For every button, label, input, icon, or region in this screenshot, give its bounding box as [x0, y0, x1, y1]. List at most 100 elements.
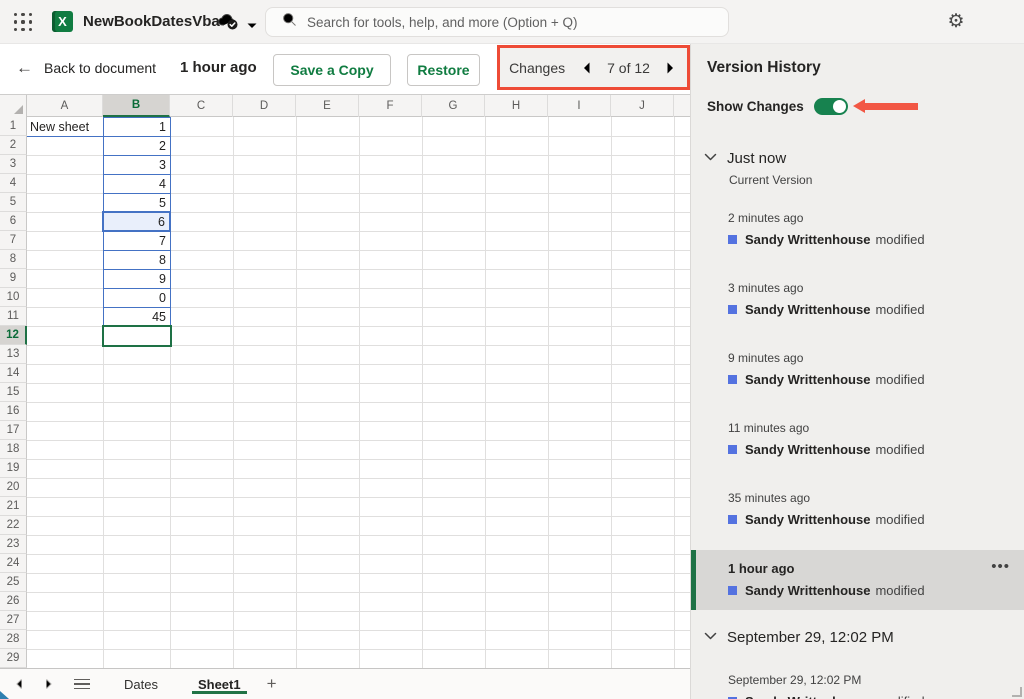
- app-launcher-icon[interactable]: [14, 13, 33, 32]
- column-header-j[interactable]: J: [611, 95, 674, 117]
- row-header-16[interactable]: 16: [0, 402, 27, 421]
- version-entry[interactable]: 3 minutes ago Sandy Writtenhouse modified: [691, 270, 1024, 329]
- row-header-10[interactable]: 10: [0, 288, 27, 307]
- column-header-h[interactable]: H: [485, 95, 548, 117]
- row-header-11[interactable]: 11: [0, 307, 27, 326]
- changed-cell-b2[interactable]: 2: [103, 136, 171, 156]
- column-header-a[interactable]: A: [27, 95, 103, 117]
- title-dropdown-chevron-icon[interactable]: [246, 17, 258, 35]
- column-header-g[interactable]: G: [422, 95, 485, 117]
- panel-resize-gripper[interactable]: [1012, 687, 1022, 697]
- version-entry[interactable]: 35 minutes ago Sandy Writtenhouse modified: [691, 480, 1024, 539]
- column-header-f[interactable]: F: [359, 95, 422, 117]
- column-header-e[interactable]: E: [296, 95, 359, 117]
- cell-a1[interactable]: New sheet: [27, 117, 103, 136]
- next-change-chevron-icon[interactable]: [664, 61, 678, 75]
- bottom-left-artifact: [0, 691, 9, 699]
- row-header-15[interactable]: 15: [0, 383, 27, 402]
- row-header-6[interactable]: 6: [0, 212, 27, 231]
- select-all-button[interactable]: [0, 95, 27, 117]
- version-entry-time: 9 minutes ago: [728, 351, 804, 365]
- row-header-9[interactable]: 9: [0, 269, 27, 288]
- sheet-tab-dates[interactable]: Dates: [118, 669, 164, 699]
- action-label: modified: [875, 512, 925, 527]
- grid-line: [27, 383, 690, 384]
- sheet-scroll-left-icon[interactable]: [12, 677, 26, 691]
- row-header-20[interactable]: 20: [0, 478, 27, 497]
- column-headers: ABCDEFGHIJ: [0, 95, 690, 117]
- column-header-d[interactable]: D: [233, 95, 296, 117]
- version-entry-author-line: Sandy Writtenhouse modified: [728, 372, 1008, 387]
- previous-change-chevron-icon[interactable]: [579, 61, 593, 75]
- row-header-12[interactable]: 12: [0, 326, 27, 345]
- changed-cell-b5[interactable]: 5: [103, 193, 171, 213]
- row-header-29[interactable]: 29: [0, 649, 27, 668]
- add-sheet-button[interactable]: +: [267, 674, 277, 694]
- saved-to-cloud-icon[interactable]: [218, 12, 240, 37]
- row-header-22[interactable]: 22: [0, 516, 27, 535]
- current-version-label[interactable]: Current Version: [729, 173, 1024, 187]
- changed-cell-b8[interactable]: 8: [103, 250, 171, 270]
- row-header-4[interactable]: 4: [0, 174, 27, 193]
- version-entry[interactable]: 9 minutes ago Sandy Writtenhouse modified: [691, 340, 1024, 399]
- settings-gear-icon[interactable]: ⚙: [944, 9, 968, 33]
- row-header-24[interactable]: 24: [0, 554, 27, 573]
- row-header-23[interactable]: 23: [0, 535, 27, 554]
- row-header-7[interactable]: 7: [0, 231, 27, 250]
- show-changes-toggle[interactable]: [813, 97, 848, 115]
- version-entry[interactable]: September 29, 12:02 PM Sandy Writtenhouse…: [691, 662, 1024, 699]
- row-header-27[interactable]: 27: [0, 611, 27, 630]
- version-group-header[interactable]: Just now: [704, 149, 1024, 167]
- viewed-version-timestamp: 1 hour ago: [180, 59, 257, 76]
- version-entry-author-line: Sandy Writtenhouse modified: [728, 442, 1008, 457]
- author-name: Sandy Writtenhouse: [745, 583, 871, 598]
- row-header-21[interactable]: 21: [0, 497, 27, 516]
- row-header-19[interactable]: 19: [0, 459, 27, 478]
- column-header-i[interactable]: I: [548, 95, 611, 117]
- restore-button[interactable]: Restore: [407, 54, 480, 86]
- selected-cell-b12[interactable]: [102, 325, 172, 347]
- row-header-1[interactable]: 1: [0, 117, 27, 136]
- version-group-header[interactable]: September 29, 12:02 PM: [704, 628, 1024, 646]
- entry-more-options-icon[interactable]: •••: [991, 558, 1010, 575]
- back-to-document-button[interactable]: ← Back to document: [16, 58, 156, 78]
- row-header-2[interactable]: 2: [0, 136, 27, 155]
- changed-cell-b10[interactable]: 0: [103, 288, 171, 308]
- row-header-28[interactable]: 28: [0, 630, 27, 649]
- changed-cell-b1[interactable]: 1: [103, 117, 171, 137]
- changed-cell-b9[interactable]: 9: [103, 269, 171, 289]
- version-entry-selected[interactable]: 1 hour ago ••• Sandy Writtenhouse modified: [691, 550, 1024, 610]
- grid-line: [27, 554, 690, 555]
- row-header-17[interactable]: 17: [0, 421, 27, 440]
- row-header-18[interactable]: 18: [0, 440, 27, 459]
- column-header-c[interactable]: C: [170, 95, 233, 117]
- row-header-8[interactable]: 8: [0, 250, 27, 269]
- changed-cell-b6-highlighted[interactable]: 6: [102, 211, 171, 232]
- row-header-25[interactable]: 25: [0, 573, 27, 592]
- sheet-scroll-right-icon[interactable]: [42, 677, 56, 691]
- author-color-square-icon: [728, 235, 737, 244]
- save-a-copy-button[interactable]: Save a Copy: [273, 54, 391, 86]
- spreadsheet-grid[interactable]: ABCDEFGHIJ 1 2 3 4 5 6 7 8 9 10 11 12 13 14 15 16 17 18 19…: [0, 95, 691, 669]
- version-entry[interactable]: 11 minutes ago Sandy Writtenhouse modified: [691, 410, 1024, 469]
- version-entry-author-line: Sandy Writtenhouse modified: [728, 302, 1008, 317]
- row-header-14[interactable]: 14: [0, 364, 27, 383]
- grid-line: [27, 516, 690, 517]
- all-sheets-menu-icon[interactable]: [74, 678, 90, 690]
- author-name: Sandy Writtenhouse: [745, 302, 871, 317]
- row-header-26[interactable]: 26: [0, 592, 27, 611]
- sheet-tab-sheet1[interactable]: Sheet1: [191, 669, 247, 699]
- grid-line: [548, 117, 549, 668]
- column-header-b[interactable]: B: [103, 95, 170, 117]
- search-input[interactable]: Search for tools, help, and more (Option…: [265, 7, 729, 37]
- grid-line: [674, 117, 675, 668]
- changed-cell-b7[interactable]: 7: [103, 231, 171, 251]
- changed-cell-b4[interactable]: 4: [103, 174, 171, 194]
- changed-cell-b3[interactable]: 3: [103, 155, 171, 175]
- version-entry[interactable]: 2 minutes ago Sandy Writtenhouse modified: [691, 200, 1024, 259]
- changed-cell-b11[interactable]: 45: [103, 307, 171, 327]
- version-entry-time: 35 minutes ago: [728, 491, 811, 505]
- row-header-13[interactable]: 13: [0, 345, 27, 364]
- row-header-5[interactable]: 5: [0, 193, 27, 212]
- row-header-3[interactable]: 3: [0, 155, 27, 174]
